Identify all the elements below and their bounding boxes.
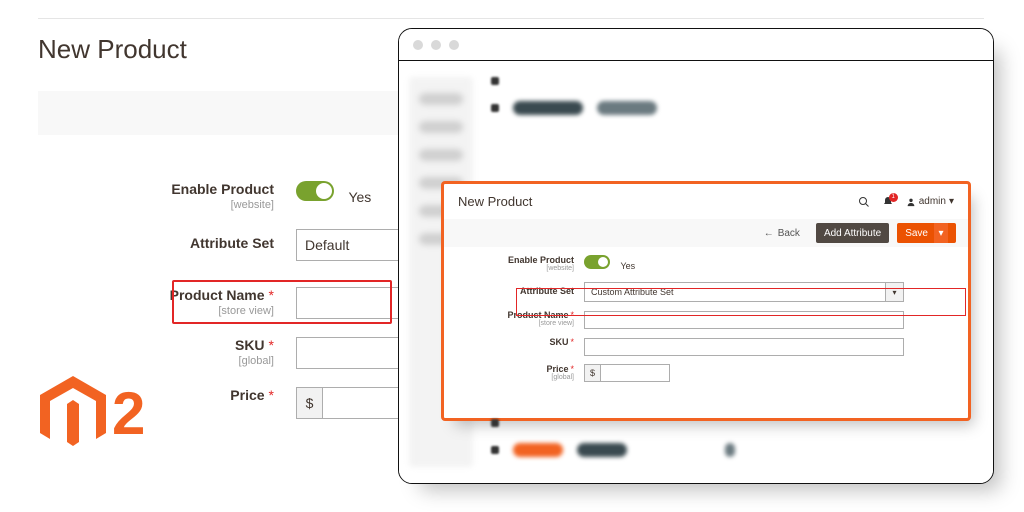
- pp-sku-input[interactable]: [584, 338, 904, 356]
- popup-action-bar: ← Back Add Attribute Save ▾: [444, 219, 968, 247]
- scope-product-name: [store view]: [38, 305, 274, 317]
- label-product-name: Product Name* [store view]: [38, 287, 296, 317]
- toggle-enable-product[interactable]: [296, 181, 334, 201]
- pp-price-prefix: $: [584, 364, 600, 382]
- label-enable-product: Enable Product [website]: [38, 181, 296, 211]
- pp-label-price: Price* [global]: [462, 364, 584, 381]
- pp-label-pname: Product Name* [store view]: [462, 310, 584, 327]
- blurred-header: [491, 77, 977, 131]
- label-price-text: Price: [230, 387, 264, 403]
- pp-enable-value: Yes: [620, 261, 635, 271]
- blurred-content-below: [491, 419, 977, 473]
- new-product-popup: New Product 1 admin ▾ ← Back Add A: [441, 181, 971, 421]
- pp-price-scope: [global]: [462, 374, 574, 381]
- user-icon: [906, 197, 916, 207]
- pp-price-text: Price: [546, 364, 568, 374]
- pp-label-attrset: Attribute Set: [462, 282, 584, 296]
- back-button[interactable]: ← Back: [756, 223, 808, 243]
- pp-price-input[interactable]: [600, 364, 670, 382]
- traffic-light-min-icon[interactable]: [431, 40, 441, 50]
- search-icon[interactable]: [858, 196, 870, 208]
- save-button[interactable]: Save ▾: [897, 223, 956, 243]
- scope-sku: [global]: [38, 355, 274, 367]
- pp-enable-text: Enable Product: [508, 255, 574, 265]
- divider-top: [38, 18, 984, 19]
- chevron-down-icon: ▾: [949, 196, 954, 207]
- magento2-logo: 2: [40, 376, 145, 452]
- browser-window: New Product 1 admin ▾ ← Back Add A: [398, 28, 994, 484]
- traffic-light-max-icon[interactable]: [449, 40, 459, 50]
- pp-enable-scope: [website]: [462, 265, 574, 272]
- save-dropdown-icon[interactable]: ▾: [934, 223, 948, 243]
- pp-label-enable: Enable Product [website]: [462, 255, 584, 272]
- traffic-light-close-icon[interactable]: [413, 40, 423, 50]
- attribute-set-value: Default: [305, 237, 349, 253]
- pp-sku-text: SKU: [549, 337, 568, 347]
- magento-icon: [40, 376, 106, 452]
- notification-count: 1: [889, 193, 898, 202]
- chevron-down-icon: ▾: [885, 283, 903, 301]
- pp-product-name-input[interactable]: [584, 311, 904, 329]
- label-sku-text: SKU: [235, 337, 265, 353]
- pp-attribute-set-select[interactable]: Custom Attribute Set ▾: [584, 282, 904, 302]
- add-attribute-button[interactable]: Add Attribute: [816, 223, 889, 243]
- pp-toggle-enable[interactable]: [584, 255, 610, 269]
- add-attribute-label: Add Attribute: [824, 228, 881, 239]
- pp-label-sku: SKU*: [462, 337, 584, 347]
- label-enable-product-text: Enable Product: [171, 181, 274, 197]
- back-label: Back: [778, 228, 800, 239]
- scope-enable: [website]: [38, 199, 274, 211]
- admin-label: admin: [919, 196, 946, 207]
- label-attribute-set-text: Attribute Set: [190, 235, 274, 251]
- pp-attrset-value: Custom Attribute Set: [591, 287, 674, 297]
- window-titlebar: [399, 29, 993, 61]
- popup-product-form: Enable Product [website] Yes Attribute S…: [444, 247, 968, 382]
- pp-pname-scope: [store view]: [462, 320, 574, 327]
- admin-account-menu[interactable]: admin ▾: [906, 196, 954, 207]
- enable-value: Yes: [348, 189, 371, 205]
- label-product-name-text: Product Name: [170, 287, 265, 303]
- magento-two-text: 2: [112, 384, 145, 444]
- price-currency-prefix: $: [296, 387, 322, 419]
- label-sku: SKU* [global]: [38, 337, 296, 367]
- popup-page-title: New Product: [458, 194, 532, 209]
- label-attribute-set: Attribute Set: [38, 229, 296, 251]
- notification-icon[interactable]: 1: [882, 196, 894, 208]
- pp-pname-text: Product Name: [507, 310, 568, 320]
- save-label: Save: [905, 228, 928, 239]
